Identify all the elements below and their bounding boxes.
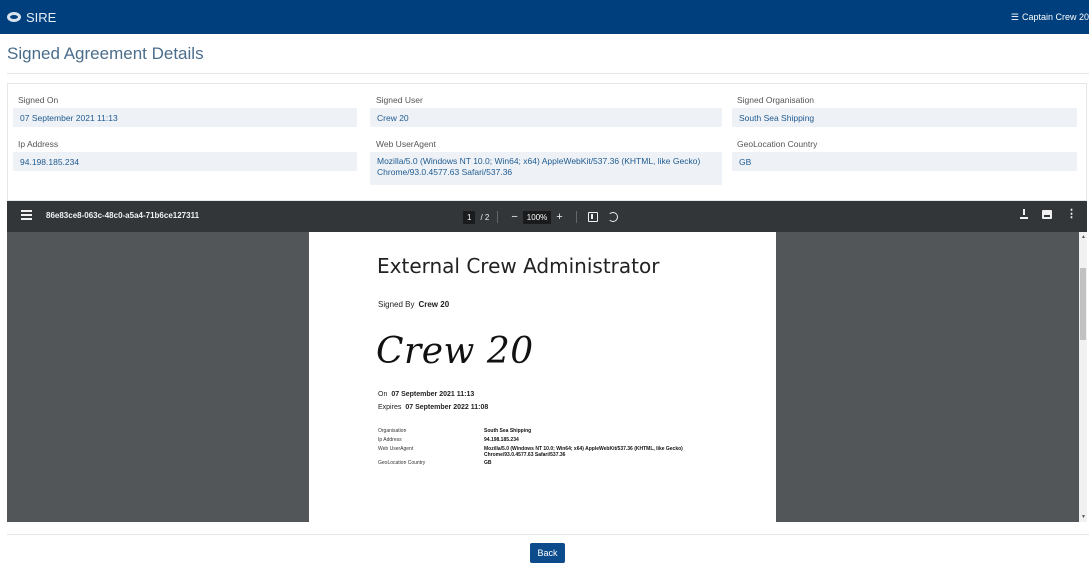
page-number-input[interactable]: 1 [463, 210, 476, 224]
page-total: / 2 [480, 212, 490, 222]
signed-by-label: Signed By [378, 300, 415, 309]
row-value: Mozilla/5.0 (Windows NT 10.0; Win64; x64… [484, 446, 683, 458]
zoom-out-button[interactable]: − [511, 211, 517, 223]
toolbar-separator [497, 211, 499, 223]
signed-on-line: On 07 September 2021 11:13 [378, 391, 474, 398]
pdf-actions: ⋮ [1020, 209, 1077, 220]
zoom-in-button[interactable]: + [556, 211, 562, 223]
signed-by-value: Crew 20 [418, 300, 450, 309]
row-key: Web UserAgent [378, 446, 414, 452]
row-key: Ip Address [378, 437, 402, 443]
toolbar-separator [575, 211, 577, 223]
menu-icon[interactable] [21, 210, 32, 220]
divider [7, 73, 1089, 74]
fit-page-icon[interactable] [587, 212, 598, 222]
on-label: On [378, 391, 388, 398]
signed-on-value: 07 September 2021 11:13 [13, 108, 357, 127]
pdf-scrollbar[interactable]: ▲ ▼ [1079, 232, 1087, 522]
on-value: 07 September 2021 11:13 [391, 391, 475, 398]
user-name: Captain Crew 20 [1021, 12, 1089, 22]
zoom-level-input[interactable]: 100% [522, 210, 552, 224]
signed-user-label: Signed User [376, 95, 423, 105]
expires-label: Expires [378, 404, 402, 411]
signed-organisation-label: Signed Organisation [737, 95, 815, 105]
rotate-icon[interactable] [607, 212, 618, 222]
download-icon[interactable] [1020, 209, 1028, 219]
pdf-filename: 86e83ce8-063c-48c0-a5a4-71b6ce127311 [46, 211, 200, 220]
user-menu[interactable]: ☰ Captain Crew 20 [1011, 0, 1089, 34]
agreement-details-card: Signed On 07 September 2021 11:13 Signed… [7, 83, 1087, 201]
row-value: GB [484, 460, 492, 466]
pdf-page: External Crew Administrator Signed By Cre… [309, 232, 776, 522]
expires-value: 07 September 2022 11:08 [405, 404, 489, 411]
top-navbar: SIRE ☰ Captain Crew 20 [0, 0, 1089, 34]
row-value: South Sea Shipping [484, 428, 532, 434]
hamburger-icon: ☰ [1010, 11, 1019, 22]
scrollbar-thumb[interactable] [1080, 268, 1086, 340]
row-value: 94.198.185.234 [484, 437, 519, 443]
divider [7, 534, 1089, 535]
back-button[interactable]: Back [530, 543, 565, 563]
document-heading: External Crew Administrator [377, 254, 660, 278]
ip-address-value: 94.198.185.234 [13, 152, 357, 171]
web-useragent-line-1: Mozilla/5.0 (Windows NT 10.0; Win64; x64… [377, 156, 701, 166]
page-title: Signed Agreement Details [7, 44, 204, 63]
more-options-icon[interactable]: ⋮ [1066, 209, 1077, 220]
pdf-page-controls: 1 / 2 − 100% + [463, 209, 618, 225]
app-name: SIRE [26, 9, 57, 25]
ip-address-label: Ip Address [18, 139, 59, 149]
scroll-down-icon[interactable]: ▼ [1081, 514, 1086, 520]
web-useragent-label: Web UserAgent [376, 139, 436, 149]
web-useragent-value: Mozilla/5.0 (Windows NT 10.0; Win64; x64… [370, 152, 722, 185]
print-icon[interactable] [1042, 209, 1052, 219]
geolocation-country-value: GB [732, 152, 1077, 171]
row-key: GeoLocation Country [378, 460, 426, 466]
geolocation-country-label: GeoLocation Country [737, 139, 818, 149]
expires-line: Expires 07 September 2022 11:08 [378, 404, 488, 411]
signature: Crew 20 [376, 331, 534, 372]
row-key: Organisation [378, 428, 407, 434]
scroll-up-icon[interactable]: ▲ [1081, 234, 1086, 240]
signed-on-label: Signed On [18, 95, 59, 105]
signed-by-line: Signed By Crew 20 [378, 300, 449, 309]
signed-user-value: Crew 20 [370, 108, 722, 127]
pdf-viewer[interactable]: 86e83ce8-063c-48c0-a5a4-71b6ce127311 1 /… [7, 201, 1087, 522]
sire-logo-icon [7, 12, 21, 22]
web-useragent-line-2: Chrome/93.0.4577.63 Safari/537.36 [377, 167, 513, 177]
brand[interactable]: SIRE [7, 10, 56, 25]
signed-organisation-value: South Sea Shipping [732, 108, 1077, 127]
pdf-toolbar: 86e83ce8-063c-48c0-a5a4-71b6ce127311 1 /… [7, 201, 1087, 232]
